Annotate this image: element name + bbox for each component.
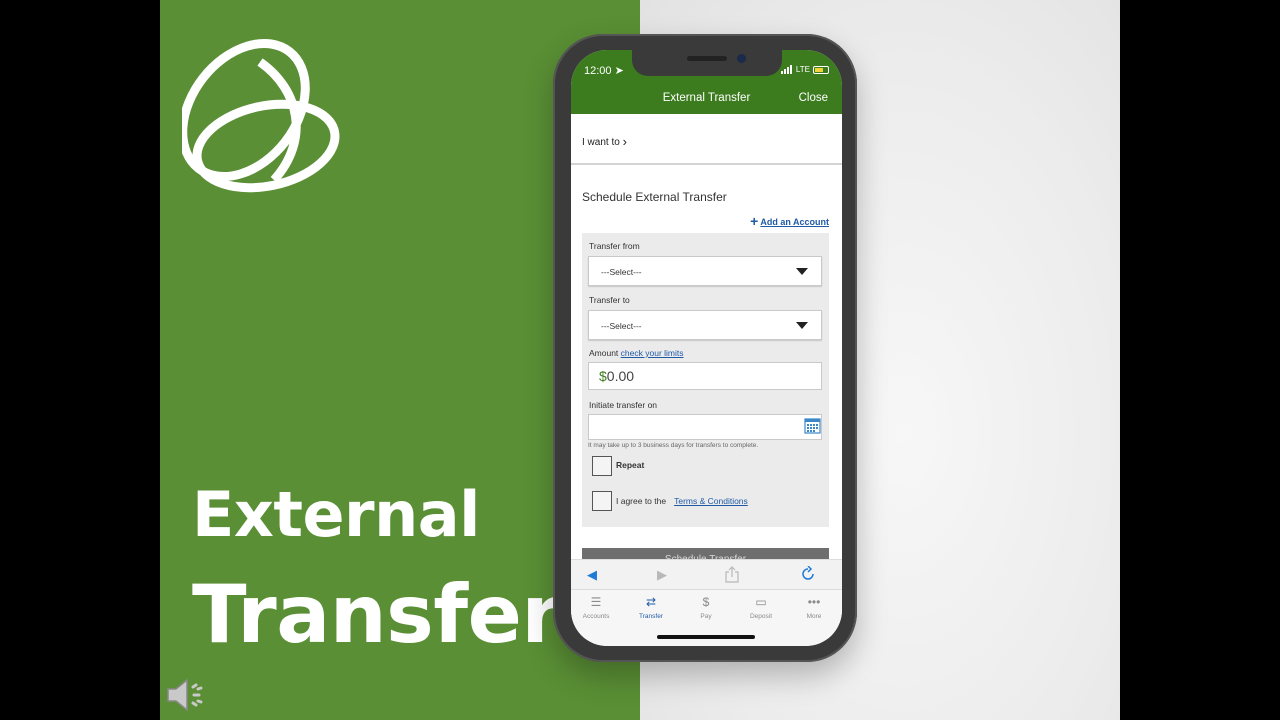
agree-checkbox[interactable]: [592, 491, 612, 511]
transfer-from-select[interactable]: ---Select---: [588, 256, 822, 286]
more-icon: •••: [807, 595, 821, 609]
add-account-link[interactable]: + Add an Account: [750, 213, 829, 229]
transfer-to-label: Transfer to: [589, 295, 630, 305]
tab-more[interactable]: ••• More: [789, 595, 839, 620]
slide-title-line2: Transfers: [192, 568, 608, 661]
i-want-to-label: I want to: [582, 137, 620, 148]
deposit-icon: ▭: [755, 595, 767, 609]
transfer-to-select[interactable]: ---Select---: [588, 310, 822, 340]
check-limits-link[interactable]: check your limits: [621, 348, 684, 358]
reload-icon[interactable]: [800, 566, 816, 582]
transfer-form: Transfer from ---Select--- Transfer to -…: [582, 233, 829, 527]
network-label: LTE: [795, 65, 810, 74]
share-icon[interactable]: [725, 566, 739, 583]
menu-icon: ☰: [590, 595, 602, 609]
signal-icon: [780, 65, 793, 74]
repeat-label: Repeat: [616, 460, 645, 470]
speaker-icon[interactable]: [165, 676, 205, 714]
location-icon: ➤: [614, 65, 624, 77]
phone-screen: 12:00 ➤ LTE External Transfer Close I wa…: [571, 50, 842, 646]
status-indicators: LTE: [780, 65, 829, 74]
amount-input[interactable]: $0.00: [588, 362, 822, 390]
pay-icon: $: [702, 595, 710, 609]
section-title: Schedule External Transfer: [582, 190, 727, 204]
i-want-to-menu[interactable]: I want to ›: [571, 114, 842, 165]
tab-pay[interactable]: $ Pay: [681, 595, 731, 620]
tab-deposit[interactable]: ▭ Deposit: [736, 595, 786, 620]
close-button[interactable]: Close: [799, 92, 828, 104]
back-arrow-icon[interactable]: ◀: [587, 567, 597, 583]
tab-accounts[interactable]: ☰ Accounts: [571, 595, 621, 620]
phone-mockup: 12:00 ➤ LTE External Transfer Close I wa…: [553, 34, 857, 662]
plus-icon: +: [750, 213, 759, 229]
forward-arrow-icon[interactable]: ▶: [657, 567, 667, 583]
browser-toolbar: ◀ ▶: [571, 559, 842, 589]
brand-logo: [182, 38, 340, 193]
agree-label: I agree to the Terms & Conditions: [616, 496, 748, 506]
status-time: 12:00 ➤: [584, 65, 624, 77]
initiate-date-label: Initiate transfer on: [589, 400, 658, 410]
chevron-right-icon: ›: [622, 134, 627, 149]
transfer-icon: ⇄: [645, 595, 657, 609]
amount-label: Amount check your limits: [589, 348, 684, 358]
phone-notch: [632, 50, 782, 76]
battery-icon: [813, 65, 829, 74]
tab-transfer[interactable]: ⇄ Transfer: [626, 595, 676, 620]
slide-title-line1: External: [192, 478, 480, 551]
terms-link[interactable]: Terms & Conditions: [674, 496, 748, 506]
transfer-date-input[interactable]: [588, 414, 822, 440]
home-indicator: [657, 635, 755, 639]
transfer-content: Schedule External Transfer + Add an Accou…: [571, 173, 842, 570]
calendar-icon[interactable]: [804, 417, 821, 434]
transfer-from-label: Transfer from: [589, 241, 640, 251]
repeat-checkbox[interactable]: [592, 456, 612, 476]
date-hint: It may take up to 3 business days for tr…: [588, 442, 759, 449]
currency-symbol: $: [599, 368, 607, 384]
dropdown-arrow-icon: [796, 268, 808, 275]
dropdown-arrow-icon: [796, 322, 808, 329]
